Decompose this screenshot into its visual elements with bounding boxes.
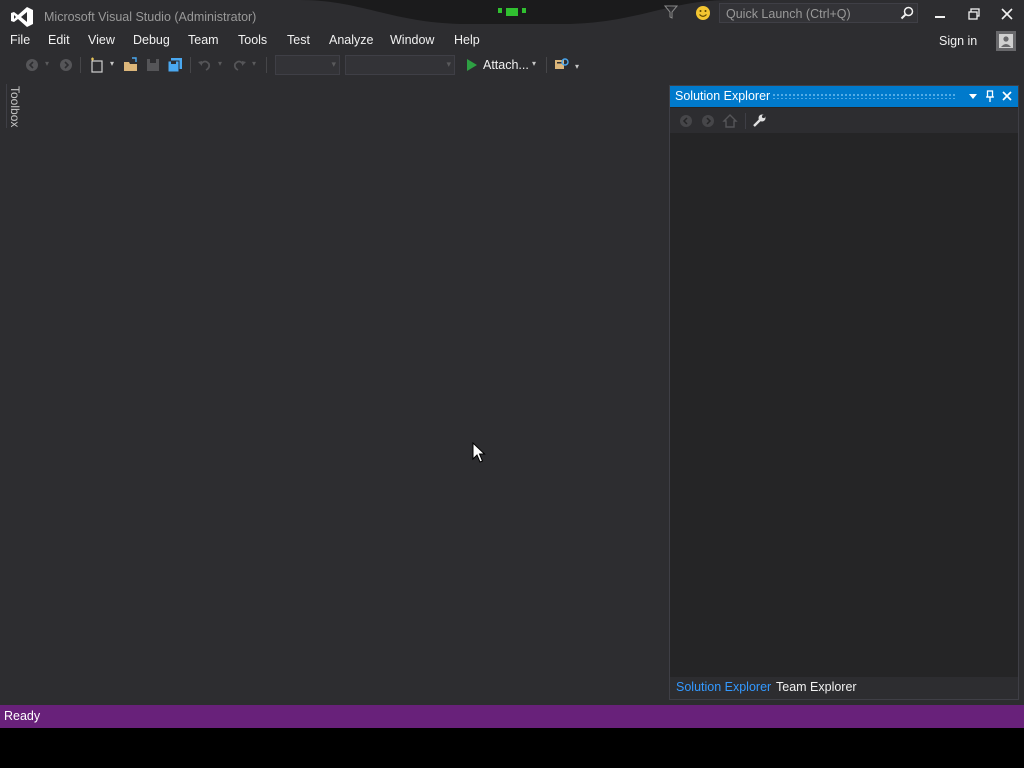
start-icon[interactable]	[463, 56, 481, 74]
attach-dropdown-icon[interactable]: ▾	[532, 59, 536, 68]
menu-test[interactable]: Test	[287, 33, 310, 47]
toolbar-separator	[546, 57, 547, 73]
tab-solution-explorer[interactable]: Solution Explorer	[676, 680, 771, 694]
solution-explorer-toolbar	[670, 108, 1018, 133]
quick-launch-placeholder: Quick Launch (Ctrl+Q)	[726, 7, 851, 21]
menu-bar: File Edit View Debug Team Tools Test Ana…	[0, 30, 1024, 52]
tab-team-explorer[interactable]: Team Explorer	[776, 680, 857, 694]
find-in-files-icon[interactable]	[553, 56, 571, 74]
account-icon[interactable]	[996, 31, 1016, 51]
back-dropdown-icon[interactable]: ▾	[45, 59, 49, 68]
solution-explorer-panel: Solution Explorer Solution Explorer Team…	[669, 85, 1019, 700]
solution-configuration-combo[interactable]	[275, 55, 340, 75]
forward-icon[interactable]	[57, 56, 75, 74]
menu-file[interactable]: File	[10, 33, 30, 47]
toolbox-tab[interactable]: Toolbox	[0, 80, 22, 130]
mouse-cursor-icon	[472, 442, 486, 463]
status-text: Ready	[4, 709, 41, 723]
menu-edit[interactable]: Edit	[48, 33, 70, 47]
sign-in-link[interactable]: Sign in	[939, 34, 977, 48]
redo-icon[interactable]	[230, 56, 248, 74]
attach-button[interactable]: Attach...	[483, 58, 529, 72]
restore-button[interactable]	[960, 4, 988, 24]
window-title: Microsoft Visual Studio (Administrator)	[44, 10, 257, 24]
solution-explorer-title: Solution Explorer	[675, 89, 771, 103]
new-project-dropdown-icon[interactable]: ▾	[110, 59, 114, 68]
redo-dropdown-icon[interactable]: ▾	[252, 59, 256, 68]
toolbar-separator	[190, 57, 191, 73]
toolbar-separator	[266, 57, 267, 73]
forward-icon[interactable]	[700, 113, 716, 129]
search-icon[interactable]	[900, 6, 914, 20]
vs-logo-icon	[11, 7, 33, 27]
toolbar-separator	[80, 57, 81, 73]
save-icon[interactable]	[144, 56, 162, 74]
minimize-button[interactable]	[926, 4, 954, 24]
back-icon[interactable]	[678, 113, 694, 129]
solution-platform-combo[interactable]	[345, 55, 455, 75]
home-icon[interactable]	[722, 113, 738, 129]
menu-team[interactable]: Team	[188, 33, 219, 47]
properties-wrench-icon[interactable]	[751, 113, 767, 129]
solution-explorer-header[interactable]: Solution Explorer	[670, 86, 1018, 107]
undo-icon[interactable]	[196, 56, 214, 74]
open-file-icon[interactable]	[122, 56, 140, 74]
menu-help[interactable]: Help	[454, 33, 480, 47]
pin-icon[interactable]	[983, 89, 997, 103]
drag-grip[interactable]	[772, 93, 957, 99]
toolbox-tab-indicator	[6, 84, 7, 128]
toolbox-label: Toolbox	[8, 86, 22, 128]
new-project-icon[interactable]	[88, 56, 106, 74]
undo-dropdown-icon[interactable]: ▾	[218, 59, 222, 68]
close-button[interactable]	[993, 4, 1021, 24]
toolbar-separator	[745, 113, 746, 129]
solution-explorer-tab-strip: Solution Explorer Team Explorer	[670, 677, 1018, 699]
menu-view[interactable]: View	[88, 33, 115, 47]
status-bar: Ready	[0, 705, 1024, 728]
back-icon[interactable]	[23, 56, 41, 74]
standard-toolbar: ▾ ▾ ▾ ▾ Attach... ▾ ▾	[0, 54, 1024, 76]
notifications-filter-icon[interactable]	[664, 4, 678, 20]
menu-tools[interactable]: Tools	[238, 33, 267, 47]
close-panel-icon[interactable]	[1000, 89, 1014, 103]
menu-window[interactable]: Window	[390, 33, 434, 47]
screen-bottom-strip	[0, 728, 1024, 768]
menu-debug[interactable]: Debug	[133, 33, 170, 47]
toolbar-options-dropdown-icon[interactable]: ▾	[575, 62, 579, 71]
save-all-icon[interactable]	[166, 56, 184, 74]
performance-indicator-icon	[498, 8, 526, 16]
window-position-dropdown-icon[interactable]	[966, 89, 980, 103]
menu-analyze[interactable]: Analyze	[329, 33, 373, 47]
feedback-smiley-icon[interactable]	[695, 5, 711, 21]
quick-launch-input[interactable]: Quick Launch (Ctrl+Q)	[719, 3, 918, 23]
